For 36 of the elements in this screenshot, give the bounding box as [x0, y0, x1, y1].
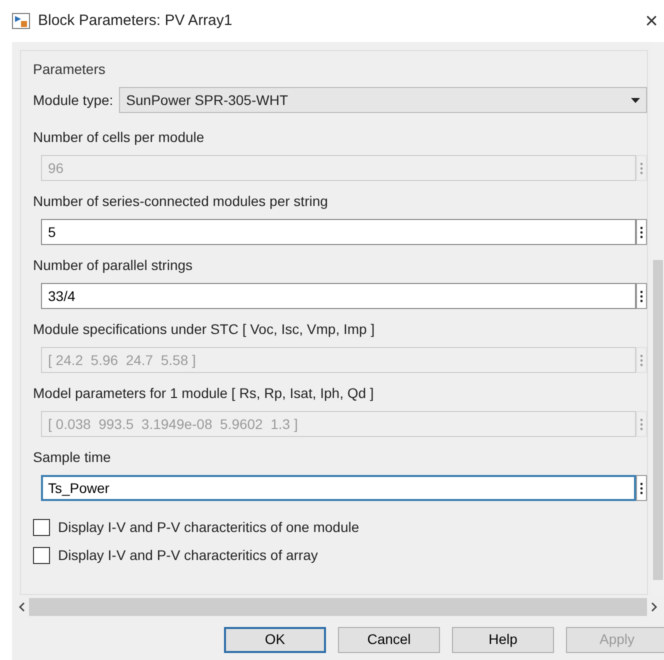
more-options-button[interactable] [636, 219, 647, 245]
field-label: Number of parallel strings [33, 256, 194, 275]
checkbox[interactable] [33, 518, 50, 536]
more-options-icon [640, 226, 643, 238]
scroll-right-icon[interactable] [651, 602, 658, 612]
module-type-dropdown[interactable]: SunPower SPR-305-WHT [119, 87, 647, 113]
more-options-icon [640, 418, 643, 430]
input-field[interactable]: Ts_Power [41, 475, 636, 501]
horizontal-scrollbar[interactable] [29, 598, 647, 616]
group-legend: Parameters [33, 55, 647, 83]
checkbox[interactable] [33, 546, 50, 564]
field-label: Module specifications under STC [ Voc, Isc, Vmp, Imp ] [33, 320, 376, 339]
checkbox-label: Display I-V and P-V characteritics of array [58, 546, 318, 565]
caret-icon [631, 98, 640, 102]
field-label: Number of cells per module [33, 128, 206, 147]
dialog-button[interactable]: Help [452, 626, 554, 652]
scrollbar-thumb[interactable] [653, 260, 663, 580]
more-options-icon [640, 290, 643, 302]
more-options-icon [640, 482, 643, 494]
field-label: Number of series-connected modules per string [33, 192, 329, 211]
checkbox-label: Display I-V and P-V characteritics of one module [58, 518, 360, 537]
field-label: Model parameters for 1 module [ Rs, Rp, Isat, Iph, Qd ] [33, 384, 375, 403]
scroll-left-icon[interactable] [18, 602, 25, 612]
input-field[interactable]: 5 [41, 219, 636, 245]
input-field[interactable]: 33/4 [41, 283, 636, 309]
more-options-icon [640, 162, 643, 174]
dialog-button[interactable]: Cancel [338, 626, 440, 652]
more-options-button[interactable] [636, 475, 647, 501]
dialog-button[interactable]: OK [224, 626, 326, 652]
block-icon [12, 13, 30, 29]
more-options-icon [640, 354, 643, 366]
more-options-button[interactable] [636, 283, 647, 309]
window-title: Block Parameters: PV Array1 [38, 10, 232, 31]
field-label: Sample time [33, 448, 112, 467]
field-label: Module type: [33, 90, 114, 110]
close-button[interactable]: × [639, 10, 664, 32]
